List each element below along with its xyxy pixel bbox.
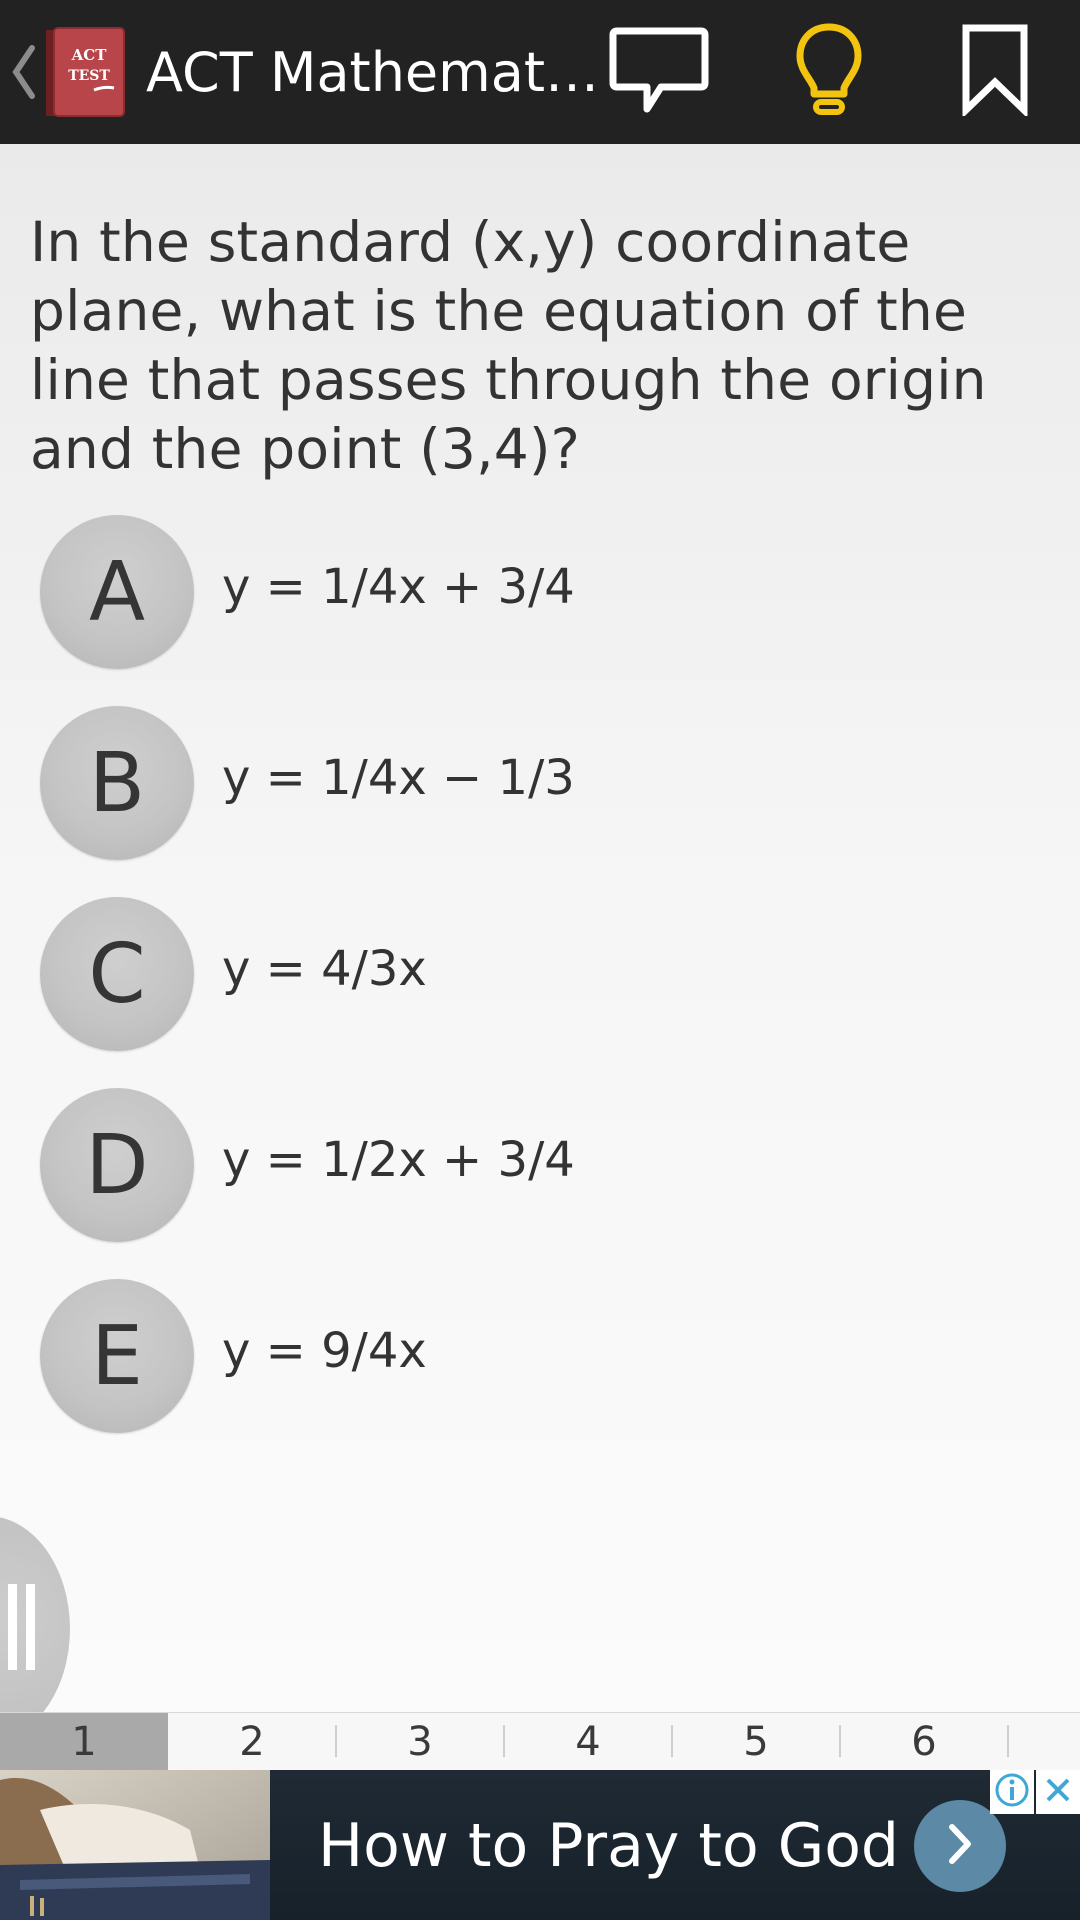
ad-close-button[interactable] bbox=[1036, 1770, 1080, 1814]
ad-image bbox=[0, 1770, 270, 1920]
page-tab-1[interactable]: 1 bbox=[0, 1713, 168, 1771]
option-letter-circle: A bbox=[40, 515, 194, 669]
pager-divider bbox=[1007, 1725, 1009, 1757]
bookmark-button[interactable] bbox=[920, 0, 1070, 144]
option-text: y = 9/4x bbox=[222, 1323, 427, 1379]
app-screen: ACT TEST ACT Mathemat… In the standard (… bbox=[0, 0, 1080, 1920]
option-letter-circle: B bbox=[40, 706, 194, 860]
page-tab-4[interactable]: 4 bbox=[504, 1713, 672, 1771]
drawer-handle[interactable] bbox=[0, 1516, 70, 1742]
comment-button[interactable] bbox=[584, 0, 734, 144]
app-logo-icon: ACT TEST bbox=[44, 26, 126, 118]
up-navigation-button[interactable]: ACT TEST ACT Mathemat… bbox=[0, 0, 599, 144]
svg-text:ACT: ACT bbox=[71, 46, 108, 64]
action-bar: ACT TEST ACT Mathemat… bbox=[0, 0, 1080, 144]
page-tab-3[interactable]: 3 bbox=[336, 1713, 504, 1771]
ad-info-button[interactable] bbox=[990, 1770, 1034, 1814]
page-tab-5[interactable]: 5 bbox=[672, 1713, 840, 1771]
page-tab-2[interactable]: 2 bbox=[168, 1713, 336, 1771]
question-pager: 1 2 3 4 5 6 bbox=[0, 1712, 1080, 1771]
chevron-left-icon bbox=[10, 44, 36, 100]
app-title: ACT Mathemat… bbox=[146, 41, 600, 104]
option-e[interactable]: E y = 9/4x bbox=[0, 1265, 1080, 1433]
close-icon bbox=[1042, 1774, 1074, 1810]
ad-headline: How to Pray to God bbox=[318, 1811, 900, 1881]
chevron-right-icon bbox=[940, 1821, 980, 1871]
option-letter-circle: D bbox=[40, 1088, 194, 1242]
info-icon bbox=[994, 1772, 1030, 1812]
option-a[interactable]: A y = 1/4x + 3/4 bbox=[0, 501, 1080, 669]
option-text: y = 4/3x bbox=[222, 941, 427, 997]
option-letter-circle: C bbox=[40, 897, 194, 1051]
option-text: y = 1/4x − 1/3 bbox=[222, 750, 575, 806]
option-text: y = 1/2x + 3/4 bbox=[222, 1132, 575, 1188]
page-tab-6[interactable]: 6 bbox=[840, 1713, 1008, 1771]
comment-bubble-icon bbox=[609, 25, 709, 119]
bookmark-icon bbox=[960, 24, 1030, 120]
option-b[interactable]: B y = 1/4x − 1/3 bbox=[0, 692, 1080, 860]
svg-text:TEST: TEST bbox=[68, 68, 110, 84]
option-d[interactable]: D y = 1/2x + 3/4 bbox=[0, 1074, 1080, 1242]
option-letter-circle: E bbox=[40, 1279, 194, 1433]
lightbulb-icon bbox=[794, 22, 864, 122]
hint-button[interactable] bbox=[754, 0, 904, 144]
option-c[interactable]: C y = 4/3x bbox=[0, 883, 1080, 1051]
ad-banner[interactable]: How to Pray to God bbox=[0, 1770, 1080, 1920]
option-text: y = 1/4x + 3/4 bbox=[222, 559, 575, 615]
question-text: In the standard (x,y) coordinate plane, … bbox=[30, 210, 987, 481]
